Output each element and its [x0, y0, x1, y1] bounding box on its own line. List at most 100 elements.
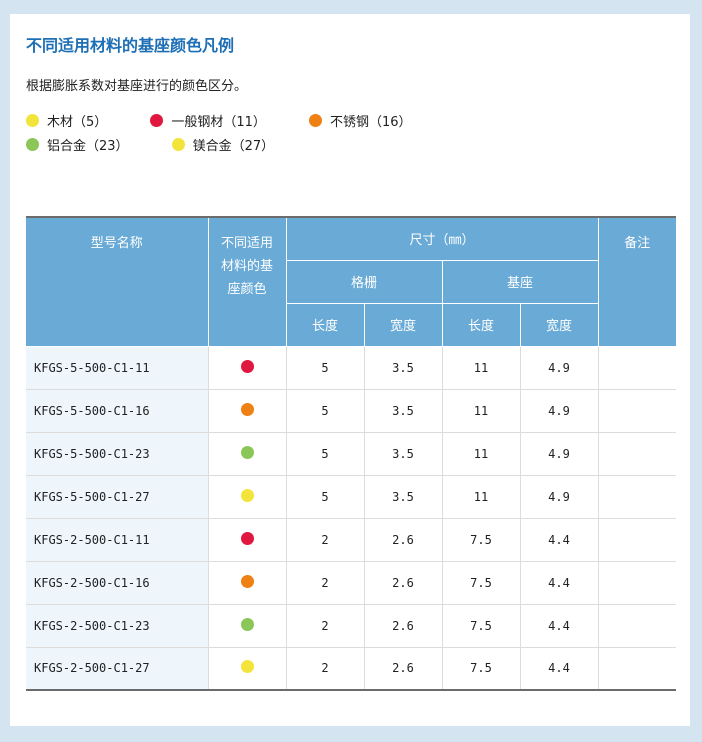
grating-length-cell: 5	[285, 388, 365, 433]
grating-width-cell: 3.5	[363, 431, 443, 476]
base-width-cell: 4.4	[519, 646, 599, 691]
table-row: KFGS-5-500-C1-27 5 3.5 11 4.9	[26, 474, 676, 519]
legend-label: 镁合金（27）	[192, 138, 275, 154]
note-cell	[597, 646, 676, 691]
color-dot-icon	[240, 445, 254, 459]
note-cell	[597, 345, 676, 390]
orange-dot-icon	[309, 113, 323, 127]
grating-length-cell: 5	[285, 474, 365, 519]
green-dot-icon	[26, 137, 39, 151]
legend-label: 木材（5）	[47, 114, 108, 130]
header-base-width: 宽度	[519, 302, 598, 347]
color-dot-icon	[240, 617, 254, 631]
base-width-cell: 4.9	[519, 431, 599, 476]
grating-length-cell: 5	[285, 431, 365, 476]
header-grating: 格栅	[286, 259, 443, 304]
model-cell: KFGS-2-500-C1-11	[26, 517, 209, 562]
grating-width-cell: 2.6	[363, 560, 443, 605]
color-cell	[207, 560, 287, 605]
grating-width-cell: 2.6	[363, 646, 443, 691]
base-length-cell: 7.5	[441, 646, 521, 691]
color-cell	[207, 603, 287, 648]
header-note: 备注	[597, 216, 676, 347]
base-width-cell: 4.9	[519, 388, 599, 433]
spec-table: 型号名称 不同适用材料的基座颜色 尺寸（㎜） 备注 格栅 基座 长度 宽度 长度…	[26, 216, 676, 691]
content-panel: 不同适用材料的基座颜色凡例 根据膨胀系数对基座进行的颜色区分。 木材（5） 一般…	[10, 14, 690, 726]
note-cell	[597, 474, 676, 519]
color-legend: 木材（5） 一般钢材（11） 不锈钢（16） 铝合金（23） 镁合金（27）	[26, 108, 586, 156]
base-length-cell: 11	[441, 474, 521, 519]
color-dot-icon	[240, 359, 254, 373]
table-row: KFGS-5-500-C1-23 5 3.5 11 4.9	[26, 431, 676, 476]
color-dot-icon	[240, 488, 254, 502]
yellow-dot-icon	[171, 137, 185, 151]
legend-label: 铝合金（23）	[47, 138, 129, 154]
table-row: KFGS-5-500-C1-11 5 3.5 11 4.9	[26, 345, 676, 390]
header-size: 尺寸（㎜）	[285, 216, 599, 261]
color-cell	[207, 474, 287, 519]
model-cell: KFGS-5-500-C1-16	[26, 388, 209, 433]
base-length-cell: 11	[441, 431, 521, 476]
grating-length-cell: 5	[285, 345, 365, 390]
table-row: KFGS-5-500-C1-16 5 3.5 11 4.9	[26, 388, 676, 433]
model-cell: KFGS-5-500-C1-11	[26, 345, 209, 390]
base-length-cell: 11	[441, 388, 521, 433]
header-grating-width: 宽度	[363, 302, 443, 347]
yellow-dot-icon	[26, 113, 39, 127]
table-row: KFGS-2-500-C1-16 2 2.6 7.5 4.4	[26, 560, 676, 605]
base-width-cell: 4.9	[519, 474, 599, 519]
legend-label: 不锈钢（16）	[330, 114, 412, 130]
header-base: 基座	[441, 259, 598, 304]
color-cell	[207, 431, 287, 476]
header-color: 不同适用材料的基座颜色	[207, 216, 287, 347]
grating-width-cell: 3.5	[363, 474, 443, 519]
note-cell	[597, 388, 676, 433]
legend-item-wood: 木材（5）	[26, 108, 107, 132]
grating-width-cell: 3.5	[363, 345, 443, 390]
grating-width-cell: 2.6	[363, 517, 443, 562]
grating-length-cell: 2	[285, 603, 365, 648]
legend-item-magnesium: 镁合金（27）	[171, 132, 275, 156]
base-width-cell: 4.4	[519, 517, 599, 562]
table-body: KFGS-5-500-C1-11 5 3.5 11 4.9 KFGS-5-500-C1-1…	[26, 345, 676, 691]
model-cell: KFGS-5-500-C1-27	[26, 474, 209, 519]
grating-length-cell: 2	[285, 517, 365, 562]
model-cell: KFGS-2-500-C1-27	[26, 646, 209, 691]
model-cell: KFGS-2-500-C1-16	[26, 560, 209, 605]
base-length-cell: 7.5	[441, 517, 521, 562]
note-cell	[597, 517, 676, 562]
red-dot-icon	[150, 113, 164, 127]
model-cell: KFGS-5-500-C1-23	[26, 431, 209, 476]
color-dot-icon	[240, 574, 254, 588]
base-length-cell: 7.5	[441, 560, 521, 605]
base-width-cell: 4.4	[519, 603, 599, 648]
color-dot-icon	[240, 402, 254, 416]
base-width-cell: 4.4	[519, 560, 599, 605]
legend-item-aluminum: 铝合金（23）	[26, 132, 129, 156]
grating-length-cell: 2	[285, 560, 365, 605]
base-length-cell: 11	[441, 345, 521, 390]
color-dot-icon	[240, 660, 254, 674]
note-cell	[597, 431, 676, 476]
header-model: 型号名称	[26, 216, 209, 347]
header-grating-length: 长度	[286, 302, 365, 347]
table-row: KFGS-2-500-C1-11 2 2.6 7.5 4.4	[26, 517, 676, 562]
note-cell	[597, 560, 676, 605]
legend-item-stainless: 不锈钢（16）	[309, 108, 412, 132]
grating-length-cell: 2	[285, 646, 365, 691]
page-title: 不同适用材料的基座颜色凡例	[26, 36, 235, 55]
legend-label: 一般钢材（11）	[171, 114, 266, 130]
table-row: KFGS-2-500-C1-27 2 2.6 7.5 4.4	[26, 646, 676, 691]
grating-width-cell: 3.5	[363, 388, 443, 433]
grating-width-cell: 2.6	[363, 603, 443, 648]
header-color-text: 不同适用材料的基座颜色	[220, 236, 273, 297]
note-cell	[597, 603, 676, 648]
description-text: 根据膨胀系数对基座进行的颜色区分。	[26, 79, 248, 94]
table-row: KFGS-2-500-C1-23 2 2.6 7.5 4.4	[26, 603, 676, 648]
base-length-cell: 7.5	[441, 603, 521, 648]
color-cell	[207, 345, 287, 390]
model-cell: KFGS-2-500-C1-23	[26, 603, 209, 648]
legend-item-steel: 一般钢材（11）	[150, 108, 266, 132]
base-width-cell: 4.9	[519, 345, 599, 390]
color-cell	[207, 517, 287, 562]
